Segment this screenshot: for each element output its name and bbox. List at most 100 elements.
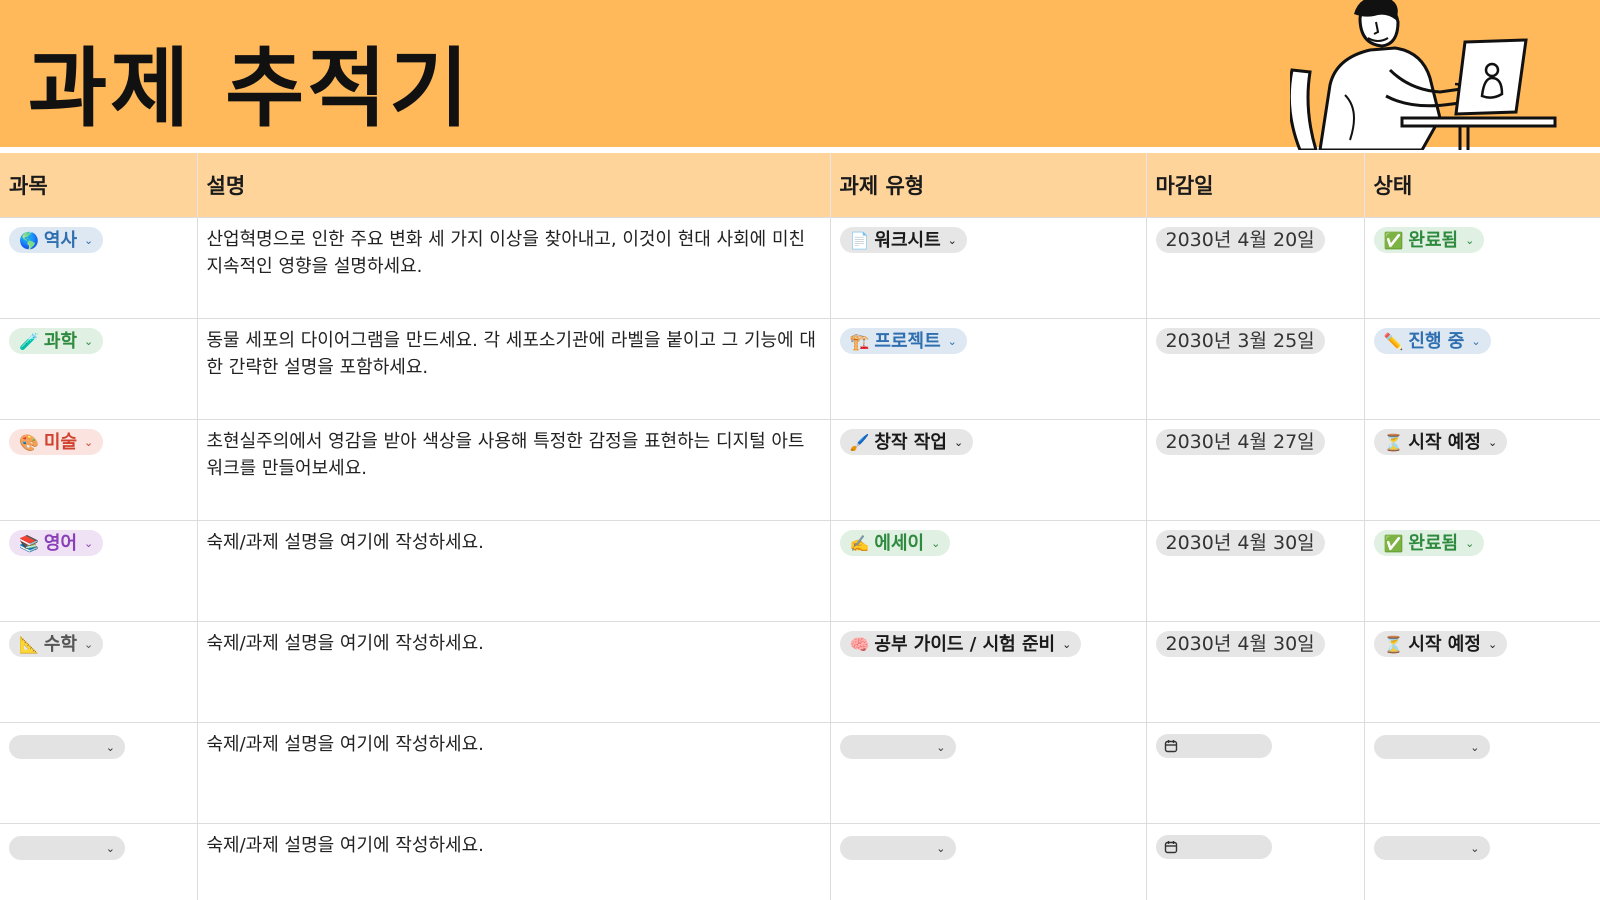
status-cell[interactable]: ⏳ 시작 예정 ⌄ [1364,620,1600,722]
chevron-down-icon: ⌄ [105,841,115,855]
type-cell[interactable]: ✍️ 에세이 ⌄ [830,519,1147,621]
type-tag[interactable]: 🏗️ 프로젝트 ⌄ [839,328,967,354]
type-tag[interactable]: 🖌️ 창작 작업 ⌄ [839,429,974,455]
type-tag[interactable]: ✍️ 에세이 ⌄ [839,530,951,556]
status-cell[interactable]: ⌄ [1364,721,1600,823]
due-date-cell[interactable]: 2030년 4월 27일 [1146,418,1365,520]
subject-cell[interactable]: 🌎 역사 ⌄ [0,216,198,318]
due-date-value[interactable]: 2030년 4월 27일 [1155,428,1325,455]
chevron-down-icon: ⌄ [1062,637,1072,651]
subject-tag[interactable]: 🌎 역사 ⌄ [9,227,104,253]
subject-cell[interactable]: 📐 수학 ⌄ [0,620,198,722]
date-picker[interactable] [1155,733,1272,758]
due-date-cell[interactable]: 2030년 4월 30일 [1146,519,1365,621]
chevron-down-icon: ⌄ [84,435,94,449]
chevron-down-icon: ⌄ [1470,841,1480,855]
table-row: 📚 영어 ⌄ 숙제/과제 설명을 여기에 작성하세요. ✍️ 에세이 ⌄ 2030년 4월 3… [0,519,1600,621]
subject-cell[interactable]: 🧪 과학 ⌄ [0,317,198,419]
header-banner: 과제 추적기 [0,0,1600,150]
subject-select[interactable]: ⌄ [9,735,125,759]
due-date-value[interactable]: 2030년 4월 30일 [1155,529,1325,556]
type-cell[interactable]: 🖌️ 창작 작업 ⌄ [830,418,1147,520]
column-header-description[interactable]: 설명 [197,153,831,217]
type-tag[interactable]: 📄 워크시트 ⌄ [839,227,967,253]
subject-tag[interactable]: 🧪 과학 ⌄ [9,328,104,354]
subject-tag[interactable]: 📐 수학 ⌄ [9,631,104,657]
date-picker[interactable] [1155,834,1272,859]
assignment-table: 과목 설명 과제 유형 마감일 상태 🌎 역사 ⌄ 산업혁명으로 인한 주요 변화 세… [0,153,1600,900]
table-row: 📐 수학 ⌄ 숙제/과제 설명을 여기에 작성하세요. 🧠 공부 가이드 / 시험 준비 ⌄… [0,620,1600,722]
type-select[interactable]: ⌄ [839,735,956,759]
type-cell[interactable]: 🏗️ 프로젝트 ⌄ [830,317,1147,419]
subject-cell[interactable]: ⌄ [0,822,198,900]
due-date-value[interactable]: 2030년 3월 25일 [1155,327,1325,354]
chevron-down-icon: ⌄ [1487,637,1498,651]
status-badge[interactable]: ⏳ 시작 예정 ⌄ [1373,429,1508,455]
type-cell[interactable]: 🧠 공부 가이드 / 시험 준비 ⌄ [830,620,1147,722]
column-header-due-date[interactable]: 마감일 [1146,153,1365,217]
description-cell[interactable]: 숙제/과제 설명을 여기에 작성하세요. [197,822,831,900]
description-cell[interactable]: 숙제/과제 설명을 여기에 작성하세요. [197,519,831,621]
subject-cell[interactable]: 📚 영어 ⌄ [0,519,198,621]
test-tube-icon: 🧪 [19,331,39,351]
status-badge-label: 진행 중 [1408,330,1465,352]
crane-icon: 🏗️ [849,331,870,351]
due-date-cell[interactable] [1146,721,1365,823]
table-row: 🌎 역사 ⌄ 산업혁명으로 인한 주요 변화 세 가지 이상을 찾아내고, 이것이 현… [0,216,1600,318]
student-laptop-illustration [1290,0,1557,150]
type-tag-label: 창작 작업 [874,431,947,453]
due-date-value[interactable]: 2030년 4월 30일 [1155,630,1325,657]
status-badge[interactable]: ✅ 완료됨 ⌄ [1373,227,1485,253]
column-header-status[interactable]: 상태 [1364,153,1600,217]
chevron-down-icon: ⌄ [1470,740,1480,754]
table-row: ⌄ 숙제/과제 설명을 여기에 작성하세요. ⌄ ⌄ [0,822,1600,900]
type-cell[interactable]: 📄 워크시트 ⌄ [830,216,1147,318]
column-header-subject[interactable]: 과목 [0,153,198,217]
subject-tag-label: 과학 [43,330,78,352]
type-cell[interactable]: ⌄ [830,822,1147,900]
description-cell[interactable]: 숙제/과제 설명을 여기에 작성하세요. [197,721,831,823]
status-cell[interactable]: ⌄ [1364,822,1600,900]
subject-select[interactable]: ⌄ [9,836,125,860]
status-select[interactable]: ⌄ [1373,735,1490,759]
type-select[interactable]: ⌄ [839,836,956,860]
table-header-row: 과목 설명 과제 유형 마감일 상태 [0,153,1600,217]
subject-cell[interactable]: ⌄ [0,721,198,823]
chevron-down-icon: ⌄ [936,841,946,855]
calendar-icon [1164,840,1177,853]
status-select[interactable]: ⌄ [1373,836,1490,860]
paintbrush-icon: 🖌️ [849,432,870,452]
description-cell[interactable]: 숙제/과제 설명을 여기에 작성하세요. [197,620,831,722]
calendar-icon [1164,739,1177,752]
status-badge[interactable]: ✏️ 진행 중 ⌄ [1373,328,1491,354]
chevron-down-icon: ⌄ [947,334,957,348]
status-badge-label: 시작 예정 [1408,633,1481,655]
description-cell[interactable]: 산업혁명으로 인한 주요 변화 세 가지 이상을 찾아내고, 이것이 현대 사회… [197,216,831,318]
column-header-type[interactable]: 과제 유형 [830,153,1147,217]
check-box-icon: ✅ [1383,230,1404,250]
status-cell[interactable]: ✏️ 진행 중 ⌄ [1364,317,1600,419]
chevron-down-icon: ⌄ [84,334,94,348]
status-cell[interactable]: ✅ 완료됨 ⌄ [1364,519,1600,621]
description-cell[interactable]: 초현실주의에서 영감을 받아 색상을 사용해 특정한 감정을 표현하는 디지털 … [197,418,831,520]
due-date-cell[interactable]: 2030년 4월 20일 [1146,216,1365,318]
type-tag-label: 공부 가이드 / 시험 준비 [874,633,1056,655]
table-row: ⌄ 숙제/과제 설명을 여기에 작성하세요. ⌄ ⌄ [0,721,1600,823]
subject-tag[interactable]: 🎨 미술 ⌄ [9,429,104,455]
palette-icon: 🎨 [19,432,39,452]
status-badge[interactable]: ✅ 완료됨 ⌄ [1373,530,1485,556]
status-cell[interactable]: ⏳ 시작 예정 ⌄ [1364,418,1600,520]
chevron-down-icon: ⌄ [1465,536,1475,550]
due-date-cell[interactable]: 2030년 4월 30일 [1146,620,1365,722]
type-cell[interactable]: ⌄ [830,721,1147,823]
due-date-cell[interactable]: 2030년 3월 25일 [1146,317,1365,419]
subject-tag[interactable]: 📚 영어 ⌄ [9,530,104,556]
chevron-down-icon: ⌄ [931,536,941,550]
due-date-value[interactable]: 2030년 4월 20일 [1155,226,1325,253]
status-cell[interactable]: ✅ 완료됨 ⌄ [1364,216,1600,318]
status-badge[interactable]: ⏳ 시작 예정 ⌄ [1373,631,1508,657]
due-date-cell[interactable] [1146,822,1365,900]
subject-cell[interactable]: 🎨 미술 ⌄ [0,418,198,520]
description-cell[interactable]: 동물 세포의 다이어그램을 만드세요. 각 세포소기관에 라벨을 붙이고 그 기… [197,317,831,419]
type-tag[interactable]: 🧠 공부 가이드 / 시험 준비 ⌄ [839,631,1082,657]
